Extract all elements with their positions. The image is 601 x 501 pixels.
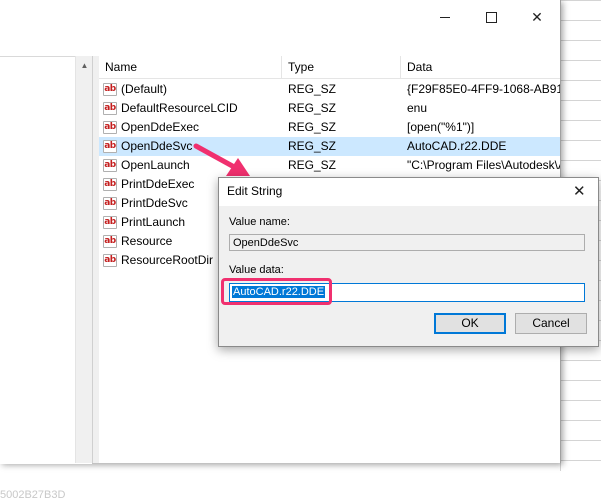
string-value-icon: ab — [103, 178, 117, 191]
maximize-icon — [485, 11, 497, 23]
list-row[interactable]: ab OpenDdeSvc REG_SZ AutoCAD.r22.DDE — [99, 137, 560, 156]
string-value-icon: ab — [103, 254, 117, 267]
column-type-header[interactable]: Type — [282, 56, 401, 78]
value-data-label: Value data: — [229, 264, 284, 276]
list-row[interactable]: ab OpenDdeExec REG_SZ [open("%1")] — [99, 118, 560, 137]
tree-scrollbar[interactable]: ▲ — [75, 56, 93, 463]
minimize-icon — [440, 16, 450, 18]
string-value-icon: ab — [103, 102, 117, 115]
ok-button[interactable]: OK — [434, 313, 506, 334]
cancel-button[interactable]: Cancel — [515, 313, 587, 334]
value-name-cell: ab OpenLaunch — [103, 156, 278, 175]
close-button[interactable]: ✕ — [514, 0, 560, 34]
string-value-icon: ab — [103, 159, 117, 172]
value-name-text: Resource — [121, 234, 173, 248]
column-header: Name Type Data — [99, 56, 560, 79]
column-name-header[interactable]: Name — [99, 56, 282, 78]
edit-string-dialog: Edit String ✕ Value name: OpenDdeSvc Val… — [218, 177, 599, 347]
value-name-text: OpenDdeSvc — [121, 139, 193, 153]
string-value-icon: ab — [103, 83, 117, 96]
value-name-field: OpenDdeSvc — [229, 234, 585, 251]
value-type-cell: REG_SZ — [288, 158, 337, 172]
value-type-cell: REG_SZ — [288, 120, 337, 134]
string-value-icon: ab — [103, 197, 117, 210]
string-value-icon: ab — [103, 140, 117, 153]
value-data-cell: enu — [407, 101, 428, 115]
tree-partial-key[interactable]: 5002B27B3D — [0, 489, 65, 501]
dialog-title: Edit String — [227, 184, 283, 198]
dialog-close-icon[interactable]: ✕ — [573, 182, 586, 200]
string-value-icon: ab — [103, 235, 117, 248]
value-name-text: PrintDdeExec — [121, 177, 195, 191]
list-row[interactable]: ab (Default) REG_SZ {F29F85E0-4FF9-1068-AB9… — [99, 80, 560, 99]
column-data-header[interactable]: Data — [401, 56, 560, 78]
value-name-cell: ab OpenDdeSvc — [103, 137, 278, 156]
dialog-body: Value name: OpenDdeSvc Value data: AutoC… — [219, 206, 598, 346]
value-name-label: Value name: — [229, 216, 290, 228]
scroll-up-icon[interactable]: ▲ — [76, 58, 93, 72]
value-name-text: OpenLaunch — [121, 158, 190, 172]
highlight-box — [221, 278, 332, 305]
list-row[interactable]: ab DefaultResourceLCID REG_SZ enu — [99, 99, 560, 118]
value-name-text: OpenDdeExec — [121, 120, 200, 134]
value-name-text: PrintDdeSvc — [121, 196, 188, 210]
value-name-text: PrintLaunch — [121, 215, 186, 229]
value-name-cell: ab OpenDdeExec — [103, 118, 278, 137]
value-type-cell: REG_SZ — [288, 101, 337, 115]
value-name-cell: ab (Default) — [103, 80, 278, 99]
title-bar: ✕ — [0, 0, 560, 34]
value-data-cell: AutoCAD.r22.DDE — [407, 139, 507, 153]
value-data-cell: "C:\Program Files\Autodesk\A — [407, 158, 560, 172]
menu-area — [0, 34, 560, 56]
minimize-button[interactable] — [422, 0, 468, 34]
string-value-icon: ab — [103, 216, 117, 229]
value-name-text: ResourceRootDir — [121, 253, 214, 267]
value-data-cell: [open("%1")] — [407, 120, 475, 134]
value-name-cell: ab DefaultResourceLCID — [103, 99, 278, 118]
value-data-cell: {F29F85E0-4FF9-1068-AB91-08 — [407, 82, 560, 96]
value-name-text: DefaultResourceLCID — [121, 101, 238, 115]
value-name-text: (Default) — [121, 82, 168, 96]
value-type-cell: REG_SZ — [288, 82, 337, 96]
close-icon: ✕ — [531, 8, 543, 25]
list-row[interactable]: ab OpenLaunch REG_SZ "C:\Program Files\Auto… — [99, 156, 560, 175]
string-value-icon: ab — [103, 121, 117, 134]
maximize-button[interactable] — [468, 0, 514, 34]
value-type-cell: REG_SZ — [288, 139, 337, 153]
